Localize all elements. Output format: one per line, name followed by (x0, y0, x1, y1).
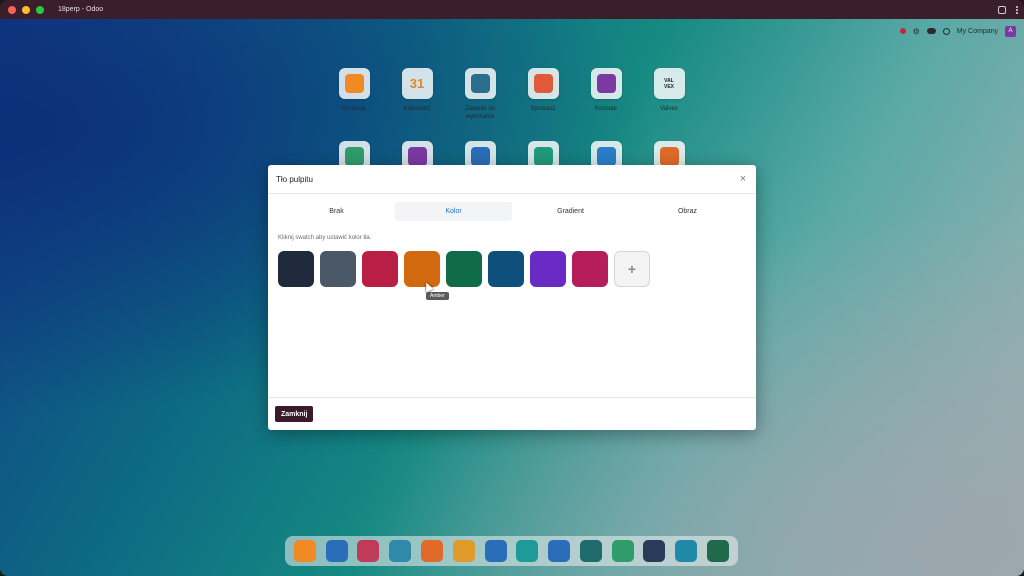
extensions-icon[interactable] (998, 5, 1006, 14)
maximize-window-button[interactable] (36, 5, 44, 14)
app-tile[interactable]: Sprzedaż (513, 68, 573, 113)
elearning-icon[interactable] (643, 540, 666, 562)
app-label: Dyskusje (341, 106, 367, 112)
desktop-background-dialog: Tło pulpitu × Brak Kolor Gradient Obraz Kli… (268, 165, 756, 430)
dashboard-icon[interactable] (389, 540, 412, 562)
swatch-tooltip: Amber (426, 292, 449, 300)
swatch-slate-dark[interactable] (278, 251, 314, 287)
add-swatch-button[interactable]: + (614, 251, 650, 287)
app-label: Kalendarz (403, 106, 431, 112)
discuss-icon[interactable] (293, 540, 316, 562)
systray: ⚙ My Company A (899, 25, 1016, 37)
reports-icon[interactable] (611, 540, 634, 562)
close-dialog-button[interactable]: Zamknij (275, 406, 314, 422)
tab-brak[interactable]: Brak (278, 202, 395, 221)
card-icon[interactable] (579, 540, 602, 562)
sign-icon[interactable] (325, 540, 348, 562)
record-indicator-icon[interactable] (899, 28, 906, 34)
activity-clock-icon[interactable] (942, 27, 950, 35)
close-window-button[interactable] (8, 5, 16, 14)
user-avatar[interactable]: A (1005, 25, 1016, 37)
inventory-icon[interactable] (421, 540, 444, 562)
valvex-icon: VAL VEX (653, 68, 685, 99)
app-tile[interactable]: Dyskusje (324, 68, 384, 113)
title-bar: 18perp - Odoo (0, 0, 1024, 19)
tab-gradient[interactable]: Gradient (512, 202, 629, 221)
close-icon[interactable]: × (738, 174, 748, 185)
minimize-window-button[interactable] (22, 5, 30, 14)
discuss-icon (338, 68, 370, 99)
swatch-slate[interactable] (320, 251, 356, 287)
swatch-crimson[interactable] (362, 251, 398, 287)
chat-icon[interactable] (926, 28, 936, 34)
console-icon (590, 68, 622, 99)
dialog-footer: Zamknij (268, 397, 756, 430)
team-icon[interactable] (484, 540, 507, 562)
app-tile[interactable]: Konsole (576, 68, 636, 113)
app-label: Zadanie do wykonania (464, 106, 496, 120)
contacts-icon[interactable] (357, 540, 380, 562)
todo-icon (464, 68, 496, 99)
browser-window: 18perp - Odoo ⚙ My Company A Dyskusje 31 K… (0, 0, 1024, 576)
swatch-violet[interactable] (530, 251, 566, 287)
calendar-icon: 31 (401, 68, 433, 99)
employees-icon[interactable] (452, 540, 475, 562)
window-title: 18perp - Odoo (58, 6, 104, 13)
dialog-header: Tło pulpitu (268, 165, 756, 194)
dialog-title: Tło pulpitu (276, 174, 313, 184)
app-tile[interactable]: VAL VEX Valvex (639, 68, 699, 113)
background-type-tabs: Brak Kolor Gradient Obraz (278, 202, 746, 221)
more-menu-icon[interactable] (1016, 5, 1018, 14)
app-label: Sprzedaż (530, 106, 556, 112)
tab-kolor[interactable]: Kolor (395, 202, 512, 221)
app-dock (285, 536, 738, 566)
app-tile[interactable]: 31 Kalendarz (387, 68, 447, 113)
swatch-hint: Kliknij swatch aby ustawić kolor tła. (278, 235, 372, 241)
swatch-amber[interactable] (404, 251, 440, 287)
badge-icon[interactable] (707, 540, 730, 562)
window-controls (8, 5, 44, 14)
swatch-ocean[interactable] (488, 251, 524, 287)
discover-icon[interactable] (516, 540, 539, 562)
color-swatches: + (278, 251, 650, 287)
app-label: Valvex (660, 106, 678, 112)
link-icon[interactable] (548, 540, 571, 562)
website-icon[interactable] (675, 540, 698, 562)
app-tile[interactable]: Zadanie do wykonania (450, 68, 510, 121)
sales-icon (527, 68, 559, 99)
settings-gear-icon[interactable]: ⚙ (913, 27, 920, 36)
app-label: Konsole (595, 106, 617, 112)
swatch-raspberry[interactable] (572, 251, 608, 287)
swatch-emerald[interactable] (446, 251, 482, 287)
company-switcher[interactable]: My Company (957, 28, 998, 35)
tab-obraz[interactable]: Obraz (629, 202, 746, 221)
